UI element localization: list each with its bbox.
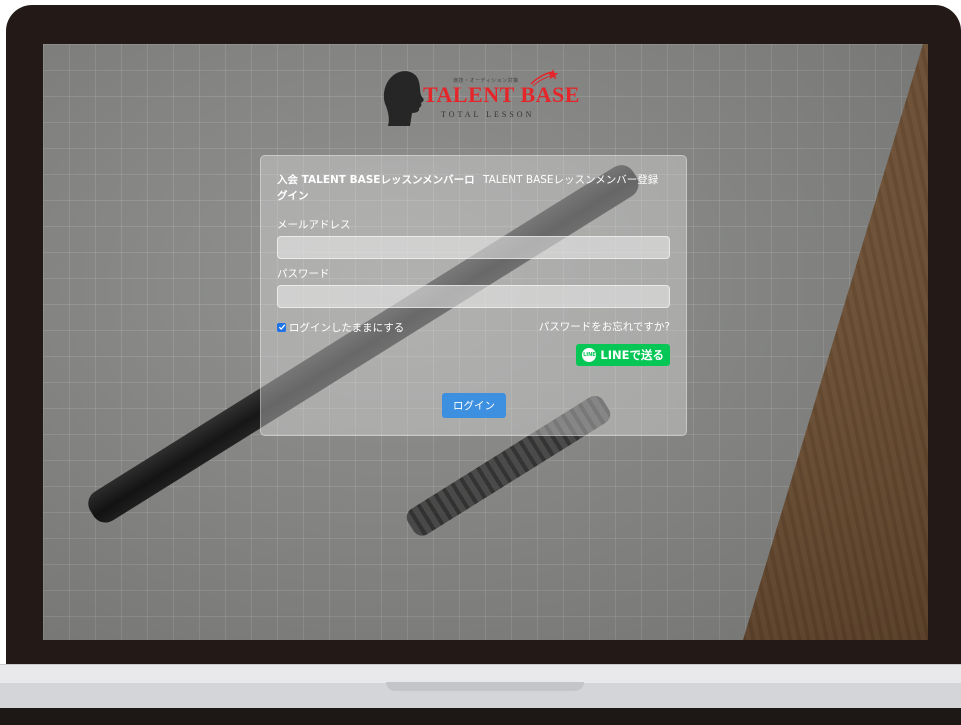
laptop-shadow bbox=[0, 708, 961, 725]
remember-label: ログインしたままにする bbox=[289, 321, 405, 334]
line-icon: LINE bbox=[582, 348, 597, 362]
screen: 演技・オーディション対策 TALENT BASE TOTAL LESSON 入会… bbox=[43, 44, 928, 640]
logo-subtitle: TOTAL LESSON bbox=[441, 110, 535, 119]
talent-base-logo: 演技・オーディション対策 TALENT BASE TOTAL LESSON bbox=[379, 68, 579, 128]
laptop-base bbox=[0, 664, 961, 683]
remember-checkbox[interactable] bbox=[277, 322, 286, 332]
tab-login[interactable]: 入会 TALENT BASEレッスンメンバーログイン bbox=[277, 172, 477, 204]
login-card: 入会 TALENT BASEレッスンメンバーログイン TALENT BASEレッ… bbox=[260, 155, 687, 436]
remember-me[interactable]: ログインしたままにする bbox=[277, 320, 404, 334]
line-button-label: LINEで送る bbox=[600, 348, 664, 362]
email-label: メールアドレス bbox=[277, 219, 351, 231]
forgot-password-link[interactable]: パスワードをお忘れですか? bbox=[539, 319, 670, 334]
line-send-button[interactable]: LINE LINEで送る bbox=[576, 344, 670, 366]
tab-register[interactable]: TALENT BASEレッスンメンバー登録 bbox=[483, 172, 658, 188]
laptop-notch bbox=[386, 682, 584, 691]
email-field[interactable] bbox=[277, 236, 670, 259]
password-label: パスワード bbox=[277, 268, 330, 280]
password-field[interactable] bbox=[277, 285, 670, 308]
checkmark-icon bbox=[278, 324, 285, 330]
card-header: 入会 TALENT BASEレッスンメンバーログイン TALENT BASEレッ… bbox=[277, 172, 673, 208]
login-button[interactable]: ログイン bbox=[442, 393, 506, 418]
logo-name: TALENT BASE bbox=[423, 82, 580, 107]
